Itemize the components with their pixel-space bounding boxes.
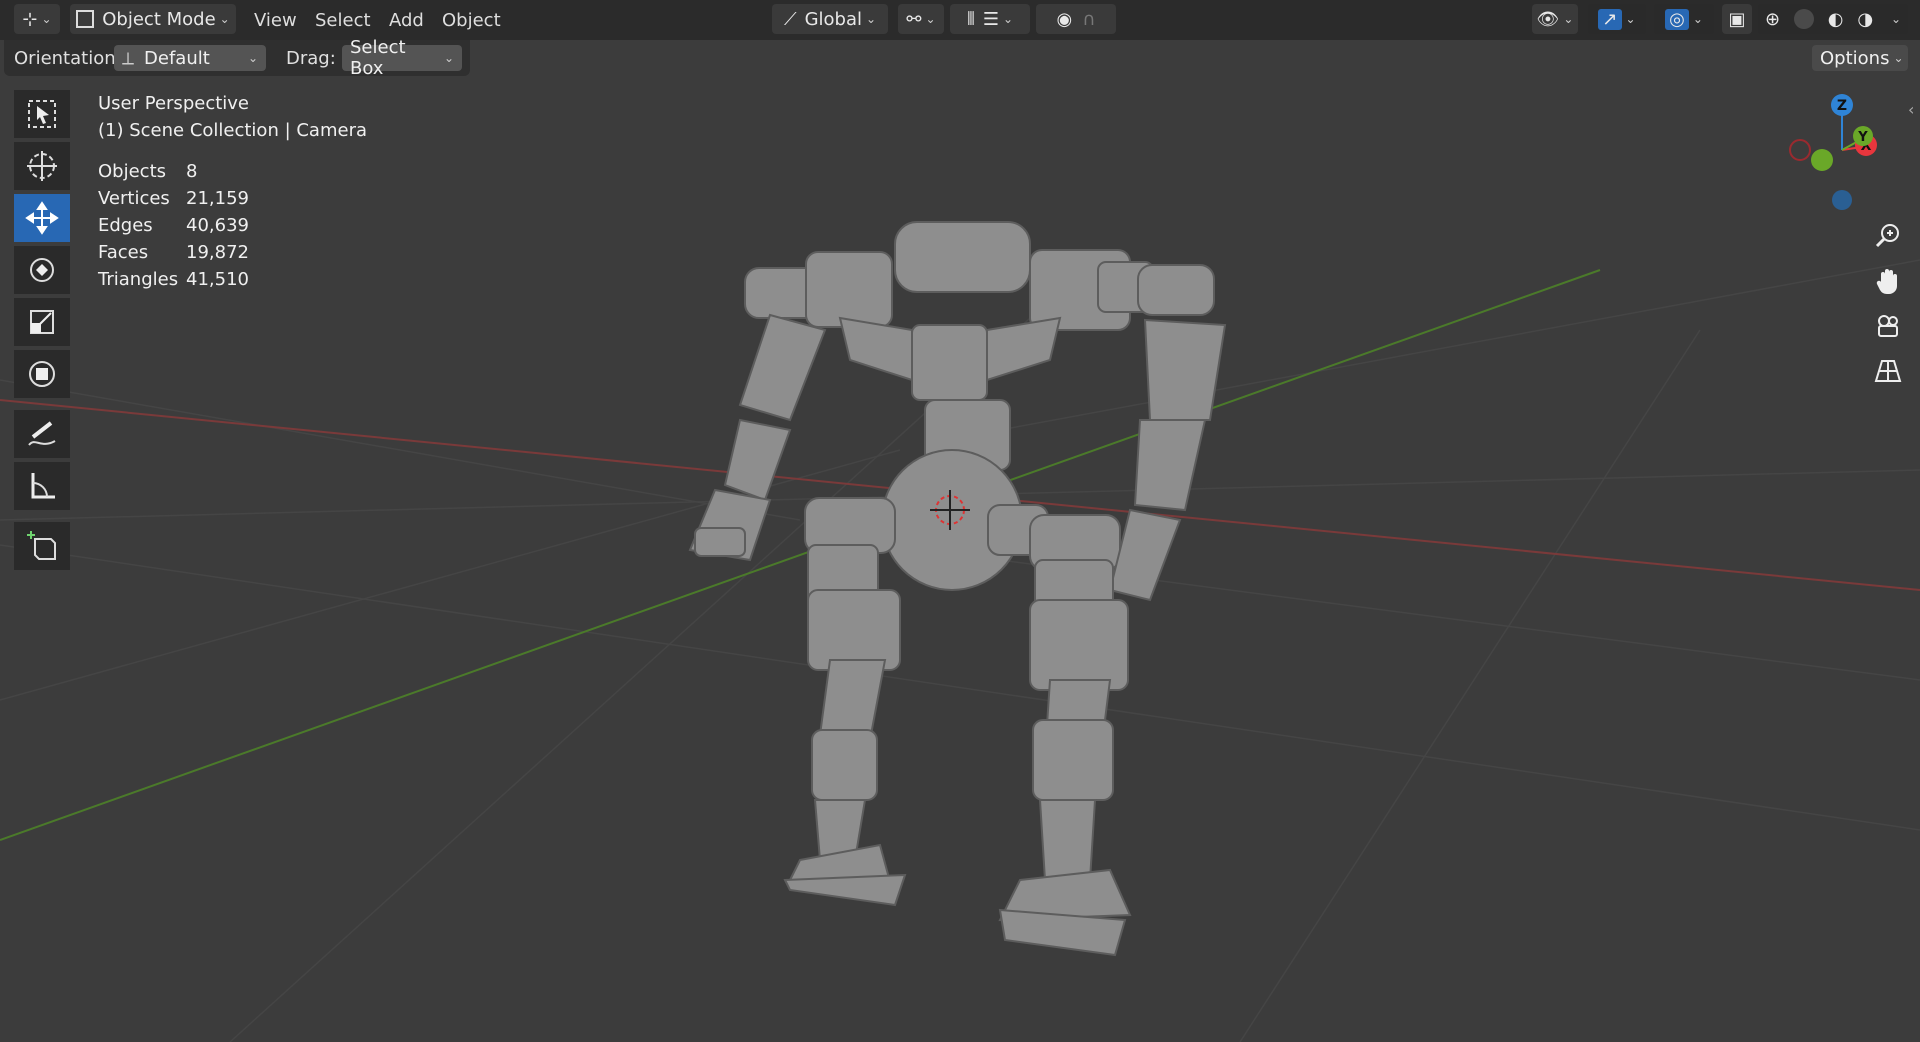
3d-viewport[interactable]: [0, 0, 1920, 1042]
pivot-icon: ⚯: [906, 8, 922, 30]
scale-tool[interactable]: [14, 298, 70, 346]
camera-icon: [1878, 315, 1898, 337]
collection-label: (1) Scene Collection | Camera: [98, 120, 367, 141]
orientation-label: Orientation:: [14, 48, 122, 69]
perspective-toggle-button[interactable]: [1868, 351, 1908, 391]
snap-increment-icon: ☰: [982, 8, 999, 30]
menu-add[interactable]: Add: [389, 6, 424, 34]
stat-row: Objects 8: [98, 161, 198, 182]
stat-row: Edges 40,639: [98, 215, 249, 236]
visibility-eye-icon: 👁: [1536, 8, 1560, 30]
menu-select[interactable]: Select: [315, 6, 371, 34]
move-tool[interactable]: [14, 194, 70, 242]
options-dropdown[interactable]: Options ⌄: [1812, 45, 1908, 71]
gizmo-icon: ↗: [1598, 8, 1622, 30]
mode-dropdown[interactable]: Object Mode ⌄: [70, 4, 236, 34]
drag-dropdown[interactable]: Select Box ⌄: [342, 37, 462, 79]
navigation-gizmo[interactable]: Z X Y: [1780, 88, 1920, 218]
falloff-icon: ∩: [1082, 8, 1096, 30]
camera-view-button[interactable]: [1868, 306, 1908, 346]
stat-row: Triangles 41,510: [98, 269, 249, 290]
visibility-dropdown[interactable]: 👁 ⌄: [1532, 4, 1578, 34]
select-box-tool[interactable]: [14, 90, 70, 138]
hand-icon: [1876, 269, 1897, 295]
viewport-header: ⊹ ⌄ Object Mode ⌄ View Select Add Object ⟋…: [0, 0, 1920, 40]
stat-row: Faces 19,872: [98, 242, 249, 263]
orientation-dropdown[interactable]: ⟂ Default ⌄: [114, 45, 266, 71]
xray-toggle[interactable]: ▣: [1722, 4, 1752, 34]
shading-dropdown-icon[interactable]: ⌄: [1891, 12, 1901, 26]
drag-label: Drag:: [286, 48, 336, 69]
shading-modes: ⊕ ◐ ◑ ⌄: [1758, 4, 1908, 34]
sidebar-toggle-icon[interactable]: ‹: [1908, 100, 1914, 119]
measure-icon: [31, 473, 55, 499]
stat-row: Vertices 21,159: [98, 188, 249, 209]
snap-controls[interactable]: ⦀ ☰ ⌄: [950, 4, 1030, 34]
scale-icon: [30, 310, 54, 334]
measure-tool[interactable]: [14, 462, 70, 510]
gizmo-neg-z[interactable]: [1832, 190, 1852, 210]
scene-statistics: Objects 8 Vertices 21,159 Edges 40,639 Face…: [98, 158, 249, 293]
annotate-tool[interactable]: [14, 410, 70, 458]
object-mode-icon: [76, 10, 95, 28]
rotate-icon: [30, 258, 54, 282]
axes-editor-icon: ⊹: [22, 8, 38, 30]
add-cube-tool[interactable]: [14, 522, 70, 570]
robot-model: [688, 221, 1227, 957]
viewport-info: User Perspective (1) Scene Collection | …: [98, 90, 367, 144]
transform-icon: [29, 361, 55, 387]
zoom-icon: [1875, 224, 1899, 248]
transform-tool[interactable]: [14, 350, 70, 398]
wireframe-shading-icon[interactable]: ⊕: [1765, 9, 1780, 30]
material-shading-icon[interactable]: ◐: [1828, 9, 1844, 30]
menu-object[interactable]: Object: [442, 6, 501, 34]
pivot-point-dropdown[interactable]: ⚯ ⌄: [898, 4, 944, 34]
annotate-icon: [28, 421, 56, 446]
editor-type-button[interactable]: ⊹ ⌄: [14, 4, 60, 34]
move-icon: [25, 201, 59, 235]
proportional-editing-icon: ◉: [1056, 8, 1073, 30]
gizmo-neg-x[interactable]: [1789, 139, 1811, 161]
viewport-canvas[interactable]: [0, 0, 1920, 1042]
tool-settings-row: Orientation: ⟂ Default ⌄ Drag: Select Bo…: [0, 37, 1920, 79]
gizmo-z-label: Z: [1837, 98, 1847, 114]
gizmo-y-label: Y: [1857, 130, 1868, 145]
orientation-icon: ⟋: [783, 8, 797, 30]
gizmo-toggle[interactable]: ↗ ⌄: [1588, 4, 1646, 34]
cursor-tool[interactable]: [14, 142, 70, 190]
transform-orientation-dropdown[interactable]: ⟋ Global ⌄: [772, 4, 888, 34]
tool-settings-bar: Orientation: ⟂ Default ⌄ Drag: Select Bo…: [4, 37, 470, 79]
cursor-icon: [27, 151, 57, 181]
solid-shading-icon[interactable]: [1793, 9, 1814, 29]
add-cube-icon: [27, 531, 56, 560]
perspective-label: User Perspective: [98, 93, 249, 114]
zoom-button[interactable]: [1868, 216, 1908, 256]
mode-label: Object Mode: [102, 8, 216, 30]
overlay-toggle[interactable]: ◎ ⌄: [1654, 4, 1714, 34]
xray-icon: ▣: [1728, 8, 1746, 30]
gizmo-neg-y[interactable]: [1811, 149, 1833, 171]
snap-icon: ⦀: [966, 8, 975, 30]
grid-perspective-icon: [1874, 360, 1902, 382]
rendered-shading-icon[interactable]: ◑: [1857, 9, 1873, 30]
orientation-default-icon: ⟂: [122, 47, 135, 69]
select-box-icon: [28, 100, 56, 128]
pan-button[interactable]: [1868, 261, 1908, 301]
overlay-icon: ◎: [1665, 8, 1689, 30]
proportional-editing[interactable]: ◉ ∩: [1036, 4, 1116, 34]
rotate-tool[interactable]: [14, 246, 70, 294]
menu-view[interactable]: View: [254, 6, 297, 34]
